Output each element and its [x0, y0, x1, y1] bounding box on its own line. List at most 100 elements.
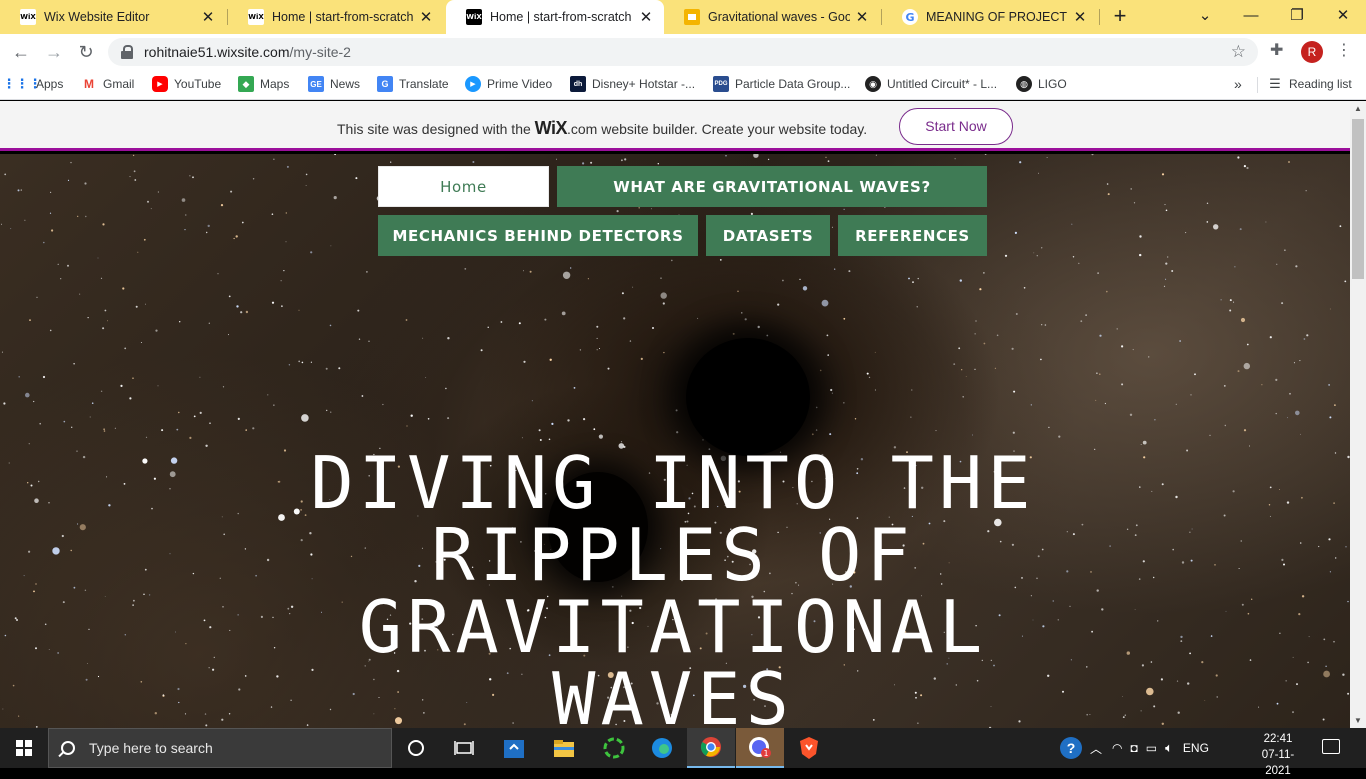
- nav-datasets[interactable]: DATASETS: [706, 215, 830, 256]
- language-indicator[interactable]: ENG: [1183, 741, 1209, 755]
- star: [100, 277, 103, 279]
- star: [49, 212, 52, 214]
- close-icon[interactable]: ✕: [854, 8, 870, 26]
- address-bar[interactable]: rohitnaie51.wixsite.com/my-site-2 ☆: [108, 38, 1258, 66]
- star: [366, 271, 368, 273]
- star: [102, 327, 105, 330]
- close-window-button[interactable]: ✕: [1320, 0, 1366, 34]
- restore-button[interactable]: ❐: [1274, 0, 1320, 34]
- google-slides-icon: [684, 9, 700, 25]
- star: [1023, 287, 1026, 289]
- star: [1345, 546, 1347, 548]
- bookmark-apps[interactable]: ⋮⋮⋮ Apps: [3, 76, 64, 92]
- bookmark-prime-video[interactable]: ▶ Prime Video: [465, 76, 552, 92]
- bookmark-star-icon[interactable]: ☆: [1231, 42, 1246, 62]
- wifi-icon[interactable]: ◠: [1112, 741, 1122, 755]
- star: [1292, 656, 1294, 658]
- star: [124, 634, 127, 636]
- star: [357, 309, 360, 312]
- taskbar-search-box[interactable]: Type here to search: [48, 728, 392, 768]
- bookmark-translate[interactable]: G Translate: [377, 76, 449, 92]
- taskbar-clock[interactable]: 22:41 07-11-2021: [1252, 731, 1304, 779]
- scrollbar-thumb[interactable]: [1352, 119, 1364, 279]
- scroll-down-arrow-icon[interactable]: ▼: [1354, 716, 1362, 725]
- nav-what-are-gravitational-waves[interactable]: WHAT ARE GRAVITATIONAL WAVES?: [557, 166, 987, 207]
- chrome-menu-icon[interactable]: ⋮: [1336, 40, 1352, 60]
- nav-mechanics-behind-detectors[interactable]: MECHANICS BEHIND DETECTORS: [378, 215, 698, 256]
- star: [650, 208, 652, 210]
- bookmark-maps[interactable]: ◆ Maps: [238, 76, 289, 92]
- nav-references[interactable]: REFERENCES: [838, 215, 987, 256]
- minimize-button[interactable]: —: [1228, 0, 1274, 34]
- star: [325, 367, 328, 370]
- page-scrollbar[interactable]: ▲ ▼: [1350, 101, 1366, 728]
- new-tab-button[interactable]: +: [1108, 4, 1132, 28]
- star: [177, 687, 180, 691]
- forward-button[interactable]: →: [42, 40, 66, 64]
- chrome-taskbar-icon[interactable]: [687, 728, 735, 768]
- edge-browser-icon[interactable]: [638, 728, 686, 768]
- file-explorer-icon[interactable]: [540, 728, 588, 768]
- star: [1126, 651, 1131, 655]
- bookmark-youtube[interactable]: ▶ YouTube: [152, 76, 221, 92]
- discord-taskbar-icon[interactable]: 1: [736, 728, 784, 768]
- browser-tab-home-active[interactable]: WiX Home | start-from-scratch ✕: [446, 0, 664, 34]
- store-app-icon[interactable]: [490, 728, 538, 768]
- scroll-up-arrow-icon[interactable]: ▲: [1354, 104, 1362, 113]
- reload-button[interactable]: ↻: [74, 40, 98, 64]
- star: [24, 219, 26, 221]
- star: [487, 326, 489, 328]
- reading-list-button[interactable]: ☰ Reading list: [1267, 76, 1352, 92]
- browser-tab-gravitational-waves[interactable]: Gravitational waves - Google ✕: [664, 0, 880, 34]
- browser-tab-home-1[interactable]: WiX Home | start-from-scratch ✕: [228, 0, 444, 34]
- extensions-puzzle-icon[interactable]: ✚: [1270, 40, 1283, 60]
- star: [87, 317, 89, 319]
- star: [994, 367, 997, 369]
- star: [447, 417, 450, 420]
- close-icon[interactable]: ✕: [638, 8, 654, 26]
- bookmark-ligo[interactable]: ◍ LIGO: [1016, 76, 1067, 92]
- bookmark-pdg[interactable]: PDG Particle Data Group...: [713, 76, 850, 92]
- browser-tab-meaning[interactable]: G MEANING OF PROJECT MED ✕: [882, 0, 1098, 34]
- star: [587, 278, 589, 280]
- star: [1275, 378, 1278, 381]
- bookmark-gmail[interactable]: M Gmail: [81, 76, 134, 92]
- cortana-icon[interactable]: [392, 728, 440, 768]
- lock-icon[interactable]: [120, 45, 134, 59]
- bookmark-untitled-circuit[interactable]: ◉ Untitled Circuit* - L...: [865, 76, 997, 92]
- nav-home[interactable]: Home: [378, 166, 549, 207]
- start-button[interactable]: [0, 728, 48, 768]
- close-icon[interactable]: ✕: [418, 8, 434, 26]
- bookmark-hotstar[interactable]: dh Disney+ Hotstar -...: [570, 76, 695, 92]
- hero-title-line-2: RIPPLES OF: [431, 513, 915, 597]
- star: [23, 575, 25, 577]
- star: [1138, 578, 1141, 580]
- meet-now-icon[interactable]: ◘: [1131, 741, 1138, 755]
- star: [1206, 221, 1209, 223]
- bookmark-label: YouTube: [174, 77, 222, 91]
- refresh-app-icon[interactable]: [590, 728, 638, 768]
- profile-avatar[interactable]: R: [1301, 41, 1323, 63]
- tab-search-chevron-icon[interactable]: ⌄: [1182, 0, 1228, 34]
- star: [663, 351, 665, 354]
- action-center-icon[interactable]: [1322, 739, 1340, 754]
- star: [464, 268, 467, 270]
- close-icon[interactable]: ✕: [200, 8, 216, 26]
- browser-tab-wix-editor[interactable]: WiX Wix Website Editor ✕: [0, 0, 226, 34]
- back-button[interactable]: ←: [9, 40, 33, 64]
- star: [917, 277, 919, 280]
- bookmarks-overflow-chevron[interactable]: »: [1234, 76, 1242, 92]
- star: [273, 404, 275, 406]
- close-icon[interactable]: ✕: [1072, 8, 1088, 26]
- show-hidden-icons-chevron-icon[interactable]: ︿: [1090, 740, 1102, 757]
- start-now-button[interactable]: Start Now: [899, 108, 1013, 145]
- brave-browser-icon[interactable]: [785, 728, 833, 768]
- help-icon[interactable]: ?: [1060, 737, 1082, 759]
- battery-icon[interactable]: ▭: [1146, 741, 1157, 755]
- star: [28, 443, 30, 445]
- bookmark-news[interactable]: GE News: [308, 76, 360, 92]
- volume-icon[interactable]: 🔈︎: [1165, 740, 1173, 756]
- star: [1333, 640, 1335, 643]
- star: [1329, 571, 1331, 573]
- task-view-icon[interactable]: [440, 728, 488, 768]
